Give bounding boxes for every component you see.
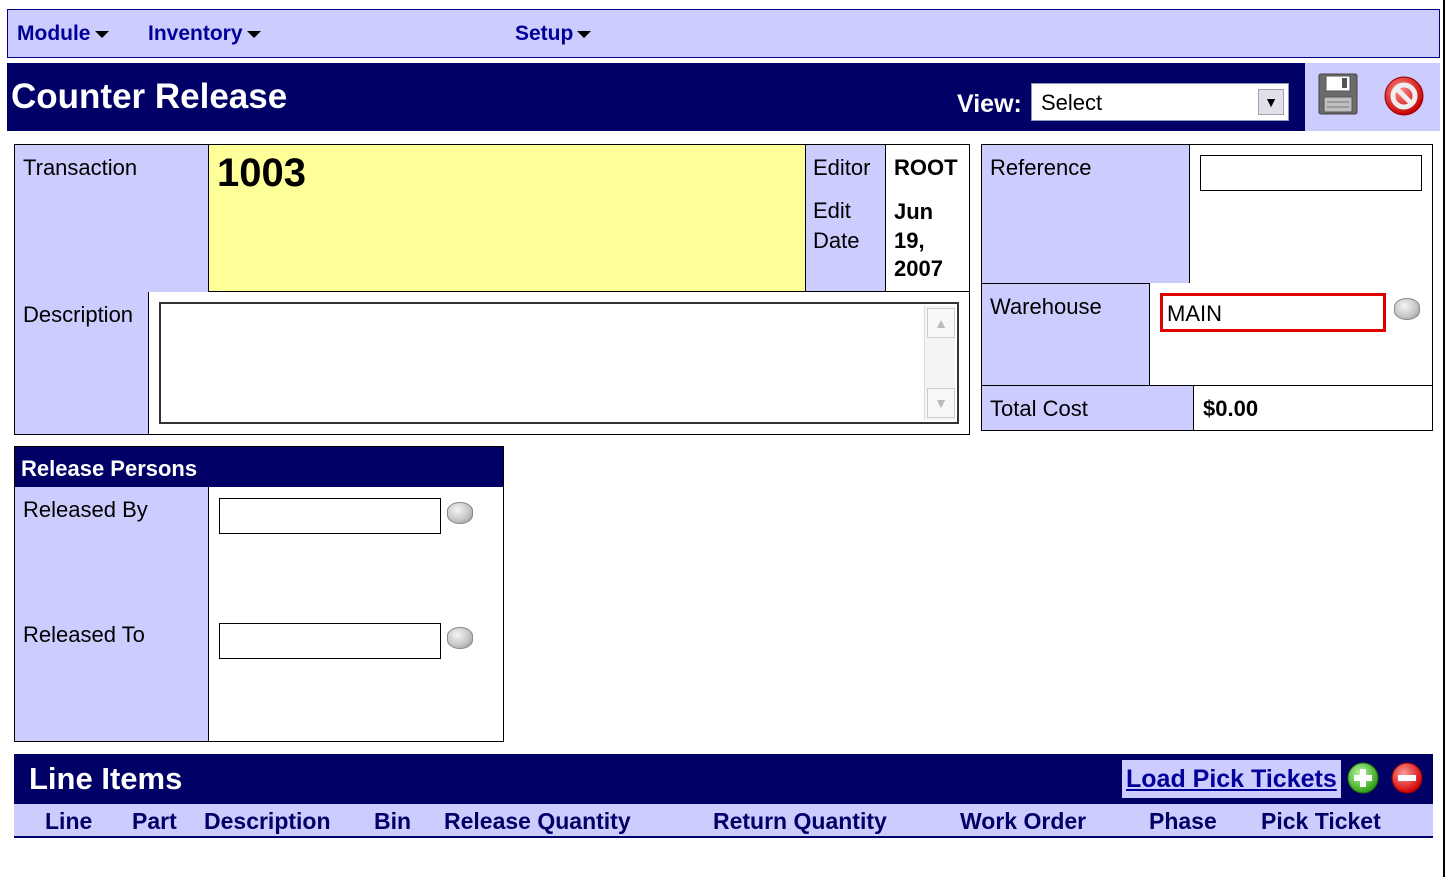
warehouse-value: MAIN [1167, 301, 1222, 326]
total-cost-value-cell: $0.00 [1194, 385, 1432, 430]
details-panel: Reference Warehouse MAIN Total Cost $0.0… [981, 144, 1433, 431]
warehouse-lookup-icon[interactable] [1394, 298, 1420, 320]
dropdown-arrow-icon[interactable]: ▼ [1258, 89, 1284, 115]
top-menu-bar: Module Inventory Setup [7, 9, 1440, 58]
transaction-label-cell: Transaction [15, 145, 209, 292]
scroll-up-icon[interactable]: ▲ [927, 308, 955, 338]
editor-label-cell: Editor Edit Date [806, 145, 886, 292]
released-to-input[interactable] [219, 623, 441, 659]
warehouse-label-cell: Warehouse [982, 283, 1150, 385]
load-pick-tickets-link[interactable]: Load Pick Tickets [1122, 760, 1341, 798]
column-header-part[interactable]: Part [132, 808, 177, 835]
line-items-panel: Line Items Load Pick Tickets Line Part D… [14, 754, 1433, 838]
total-cost-label-cell: Total Cost [982, 385, 1194, 430]
warehouse-input[interactable]: MAIN [1160, 293, 1386, 332]
chevron-down-icon [246, 30, 261, 38]
menu-inventory-label: Inventory [148, 22, 243, 45]
release-persons-title: Release Persons [21, 456, 198, 481]
add-icon[interactable] [1347, 762, 1379, 794]
column-header-phase[interactable]: Phase [1149, 808, 1217, 835]
release-persons-label-column: Released By Released To [15, 487, 209, 741]
description-label-cell: Description [15, 292, 149, 434]
transaction-panel: Transaction 1003 Editor Edit Date ROOT J… [14, 144, 970, 435]
released-to-label: Released To [23, 622, 145, 647]
edit-date-label-1: Edit [813, 198, 851, 223]
reference-label-cell: Reference [982, 145, 1190, 283]
released-to-lookup-icon[interactable] [447, 627, 473, 649]
chevron-down-icon [577, 30, 592, 38]
column-header-work-order[interactable]: Work Order [960, 808, 1086, 835]
transaction-number: 1003 [217, 151, 306, 195]
window-edge [1443, 0, 1445, 877]
chevron-down-icon [94, 30, 109, 38]
release-persons-panel: Release Persons Released By Released To [14, 446, 504, 742]
edit-date-value-1: Jun [894, 199, 934, 224]
edit-date-value-2: 19, [894, 228, 925, 253]
view-label: View: [957, 90, 1022, 118]
editor-label: Editor [813, 155, 871, 180]
release-persons-header: Release Persons [15, 447, 503, 487]
released-by-input[interactable] [219, 498, 441, 534]
column-header-bin[interactable]: Bin [374, 808, 411, 835]
total-cost-value: $0.00 [1203, 396, 1259, 421]
column-header-pick-ticket[interactable]: Pick Ticket [1261, 808, 1381, 835]
column-header-release-quantity[interactable]: Release Quantity [444, 808, 631, 835]
warehouse-label: Warehouse [990, 294, 1102, 319]
menu-module[interactable]: Module [17, 22, 109, 46]
reference-input[interactable] [1200, 155, 1422, 191]
editor-value: ROOT [894, 155, 958, 180]
menu-setup-label: Setup [515, 22, 574, 45]
released-by-lookup-icon[interactable] [447, 502, 473, 524]
edit-date-value-3: 2007 [894, 256, 943, 281]
description-scrollbar[interactable]: ▲ ▼ [924, 306, 955, 420]
edit-date-label-2: Date [813, 228, 860, 253]
column-header-line[interactable]: Line [45, 808, 92, 835]
view-select-value: Select [1041, 90, 1103, 115]
reference-label: Reference [990, 155, 1092, 180]
column-header-return-quantity[interactable]: Return Quantity [713, 808, 887, 835]
description-label: Description [23, 302, 134, 327]
line-items-column-header: Line Part Description Bin Release Quanti… [14, 804, 1433, 836]
transaction-number-cell: 1003 [209, 145, 806, 292]
description-textarea[interactable]: ▲ ▼ [159, 302, 959, 424]
page-header: Counter Release View: Select ▼ [7, 63, 1440, 131]
scroll-down-icon[interactable]: ▼ [927, 388, 955, 418]
cancel-icon[interactable] [1383, 75, 1425, 117]
menu-setup[interactable]: Setup [515, 22, 592, 46]
line-items-title: Line Items [29, 761, 183, 796]
menu-module-label: Module [17, 22, 91, 45]
toolbar-actions [1305, 63, 1440, 131]
menu-inventory[interactable]: Inventory [148, 22, 261, 46]
transaction-label: Transaction [23, 155, 138, 180]
total-cost-label: Total Cost [990, 396, 1088, 421]
remove-icon[interactable] [1391, 762, 1423, 794]
page-title: Counter Release [11, 77, 288, 116]
save-icon[interactable] [1318, 73, 1358, 115]
view-select[interactable]: Select ▼ [1031, 83, 1289, 121]
editor-value-cell: ROOT Jun 19, 2007 [886, 145, 969, 292]
column-header-description[interactable]: Description [204, 808, 331, 835]
released-by-label: Released By [23, 497, 148, 522]
